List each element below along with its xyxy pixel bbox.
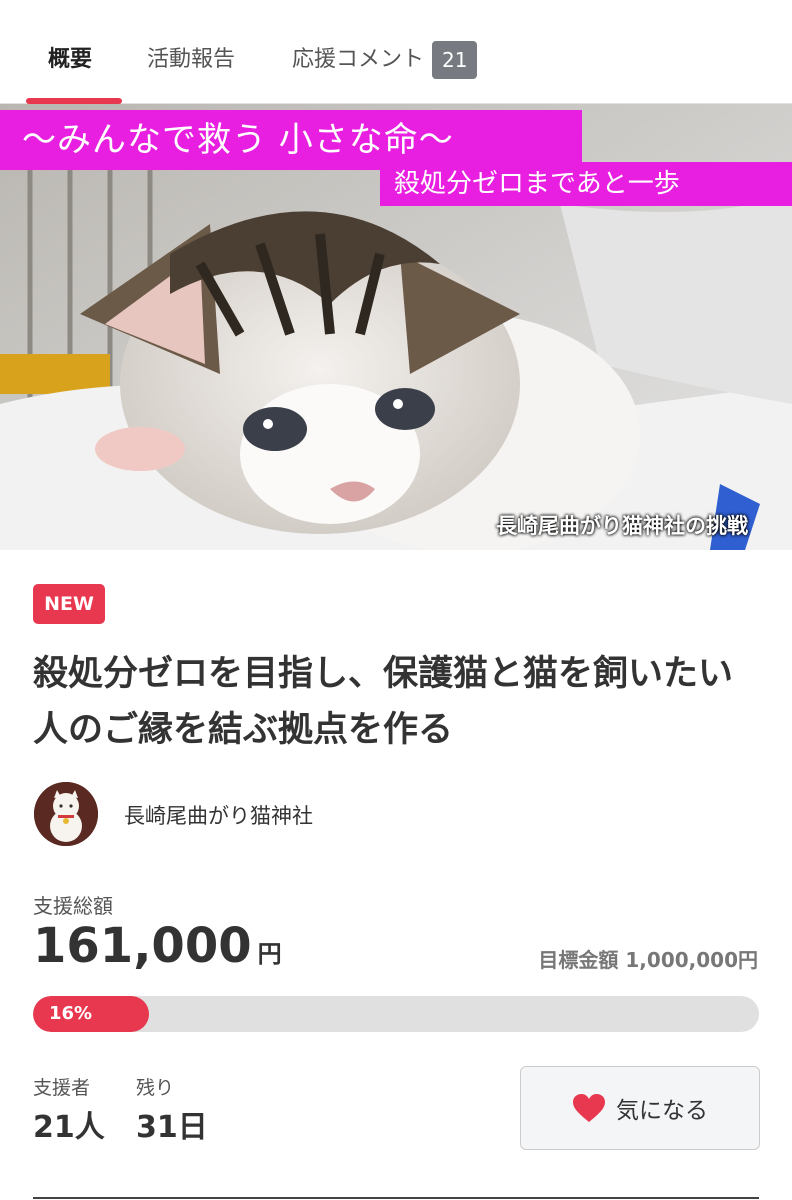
remaining-value: 31日 [136,1110,208,1145]
supporters-value: 21人 [33,1110,105,1145]
progress-percent: 16% [49,1003,93,1024]
tab-activity-report[interactable]: 活動報告 [147,40,235,80]
new-badge: NEW [33,584,105,624]
tab-support-comments-label: 応援コメント [292,47,425,72]
hero-caption: 長崎尾曲がり猫神社の挑戦 [496,514,748,538]
section-divider [33,1197,759,1199]
tab-bar: 概要 活動報告 応援コメント 21 [0,0,792,104]
hero-banner-main: ～みんなで救う 小さな命～ [0,110,582,170]
comment-count-badge: 21 [432,41,478,79]
project-hero-image: ～みんなで救う 小さな命～ 殺処分ゼロまであと一歩 長崎尾曲がり猫神社の挑戦 [0,104,792,550]
goal-amount: 目標金額 1,000,000円 [538,948,758,972]
raised-amount-value: 161,000 [33,918,252,974]
project-title: 殺処分ゼロを目指し、保護猫と猫を飼いたい人のご縁を結ぶ拠点を作る [33,654,734,750]
raised-label: 支援総額 [33,894,113,918]
raised-amount: 161,000 円 [33,918,282,974]
favorite-button-label: 気になる [616,1098,708,1124]
maneki-neko-icon [34,782,98,846]
hero-banner-sub: 殺処分ゼロまであと一歩 [380,162,792,206]
supporters-label: 支援者 [33,1077,91,1099]
tab-overview[interactable]: 概要 [48,40,92,80]
heart-icon [573,1094,605,1122]
owner-avatar[interactable] [34,782,98,846]
favorite-button[interactable]: 気になる [520,1066,760,1150]
owner-name[interactable]: 長崎尾曲がり猫神社 [124,800,313,830]
currency-unit: 円 [257,940,282,968]
remaining-label: 残り [136,1077,175,1099]
funding-progress-bar: 16% [33,996,759,1032]
tab-support-comments[interactable]: 応援コメント 21 [292,40,478,80]
